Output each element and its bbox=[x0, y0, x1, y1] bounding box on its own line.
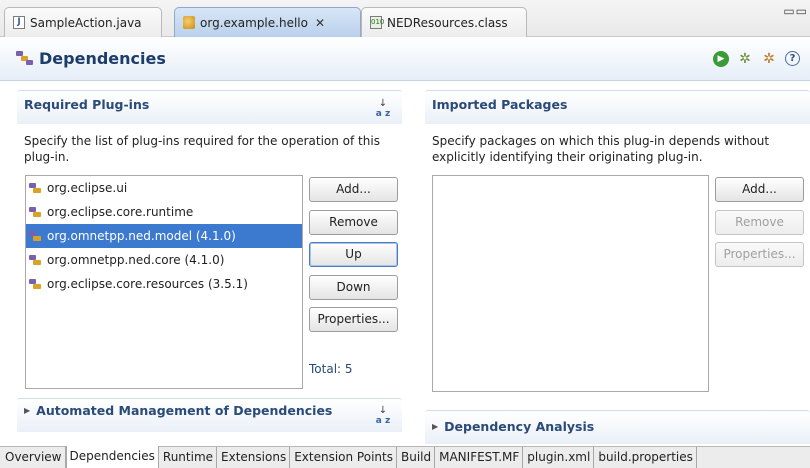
plugin-icon bbox=[29, 254, 43, 267]
imported-packages-list[interactable] bbox=[432, 175, 709, 392]
page-tab-runtime[interactable]: Runtime bbox=[159, 447, 218, 468]
required-properties-button[interactable]: Properties... bbox=[309, 307, 398, 332]
list-item[interactable]: org.eclipse.core.resources (3.5.1) bbox=[26, 272, 302, 296]
imported-add-button[interactable]: Add... bbox=[715, 177, 804, 202]
run-icon[interactable]: ▶ bbox=[713, 51, 729, 67]
class-file-icon: 010 bbox=[370, 16, 384, 29]
required-plugins-description: Specify the list of plug-ins required fo… bbox=[24, 134, 380, 164]
page-tab-dependencies[interactable]: Dependencies bbox=[65, 446, 159, 468]
list-item[interactable]: org.eclipse.core.runtime bbox=[26, 200, 302, 224]
imported-remove-button[interactable]: Remove bbox=[715, 210, 804, 235]
header-toolbar: ▶ ✲ ✲ ? bbox=[713, 51, 800, 67]
page-tab-build[interactable]: Build bbox=[397, 447, 436, 468]
editor-tab-sampleaction-java[interactable]: J SampleAction.java bbox=[4, 7, 162, 37]
plugin-icon bbox=[29, 206, 43, 219]
required-down-button[interactable]: Down bbox=[309, 275, 398, 300]
expand-triangle-icon: ▶ bbox=[432, 422, 439, 431]
close-tab-icon[interactable]: ✕ bbox=[315, 16, 325, 30]
plugin-name: org.eclipse.core.runtime bbox=[47, 205, 194, 219]
page-tab-plugin-xml[interactable]: plugin.xml bbox=[523, 447, 595, 468]
imported-packages-title: Imported Packages bbox=[432, 97, 568, 112]
required-add-button[interactable]: Add... bbox=[309, 177, 398, 202]
editor-tab-bar: J SampleAction.java org.example.hello ✕ … bbox=[0, 0, 810, 37]
plugin-name: org.omnetpp.ned.core (4.1.0) bbox=[47, 253, 225, 267]
minimize-maximize-icon[interactable]: ▭▭ bbox=[783, 4, 808, 18]
debug-icon[interactable]: ✲ bbox=[737, 51, 753, 67]
required-up-button[interactable]: Up bbox=[309, 242, 398, 267]
page-tab-extensions[interactable]: Extensions bbox=[217, 447, 291, 468]
required-remove-button[interactable]: Remove bbox=[309, 210, 398, 235]
dependency-analysis-title: Dependency Analysis bbox=[444, 419, 595, 434]
required-total-count: Total: 5 bbox=[309, 362, 353, 376]
expand-triangle-icon: ▶ bbox=[24, 406, 31, 415]
editor-tab-nedresources-class[interactable]: 010 NEDResources.class bbox=[361, 7, 527, 37]
automated-management-toggle[interactable]: ▶ Automated Management of Dependencies bbox=[24, 403, 332, 418]
plugin-name: org.eclipse.ui bbox=[47, 181, 128, 195]
editor-page-tabs: Overview Dependencies Runtime Extensions… bbox=[0, 446, 810, 468]
page-title: Dependencies bbox=[16, 49, 166, 68]
list-item[interactable]: org.eclipse.ui bbox=[26, 176, 302, 200]
editor-tab-label: SampleAction.java bbox=[30, 15, 142, 30]
page-tab-build-properties[interactable]: build.properties bbox=[594, 447, 697, 468]
java-file-icon: J bbox=[13, 16, 25, 29]
editor-tab-label: NEDResources.class bbox=[387, 15, 508, 30]
plugin-name: org.omnetpp.ned.model (4.1.0) bbox=[47, 229, 236, 243]
plugin-icon bbox=[29, 182, 43, 195]
automated-management-title: Automated Management of Dependencies bbox=[36, 403, 333, 418]
plugin-name: org.eclipse.core.resources (3.5.1) bbox=[47, 277, 248, 291]
help-icon[interactable]: ? bbox=[785, 51, 800, 66]
list-item-selected[interactable]: org.omnetpp.ned.model (4.1.0) bbox=[26, 224, 302, 248]
imported-properties-button[interactable]: Properties... bbox=[715, 242, 804, 267]
sort-alphabetically-icon[interactable]: ↓ a z bbox=[372, 99, 394, 121]
page-tab-manifest-mf[interactable]: MANIFEST.MF bbox=[435, 447, 524, 468]
list-item[interactable]: org.omnetpp.ned.core (4.1.0) bbox=[26, 248, 302, 272]
page-title-text: Dependencies bbox=[39, 49, 166, 68]
plugin-icon bbox=[29, 278, 43, 291]
plugin-manifest-icon bbox=[183, 16, 195, 29]
imported-packages-description: Specify packages on which this plug-in d… bbox=[432, 134, 770, 164]
profile-icon[interactable]: ✲ bbox=[761, 51, 777, 67]
editor-tab-org-example-hello[interactable]: org.example.hello ✕ bbox=[174, 7, 361, 37]
required-plugins-list[interactable]: org.eclipse.ui org.eclipse.core.runtime … bbox=[25, 175, 303, 389]
required-plugins-title: Required Plug-ins bbox=[24, 97, 150, 112]
dependencies-icon bbox=[16, 51, 33, 66]
editor-tab-label: org.example.hello bbox=[200, 15, 308, 30]
sort-alphabetically-icon[interactable]: ↓ a z bbox=[372, 406, 394, 428]
page-tab-extension-points[interactable]: Extension Points bbox=[290, 447, 397, 468]
page-tab-overview[interactable]: Overview bbox=[1, 447, 66, 468]
form-header: Dependencies ▶ ✲ ✲ ? bbox=[0, 37, 810, 81]
dependency-analysis-toggle[interactable]: ▶ Dependency Analysis bbox=[432, 419, 594, 434]
plugin-icon bbox=[29, 230, 43, 243]
